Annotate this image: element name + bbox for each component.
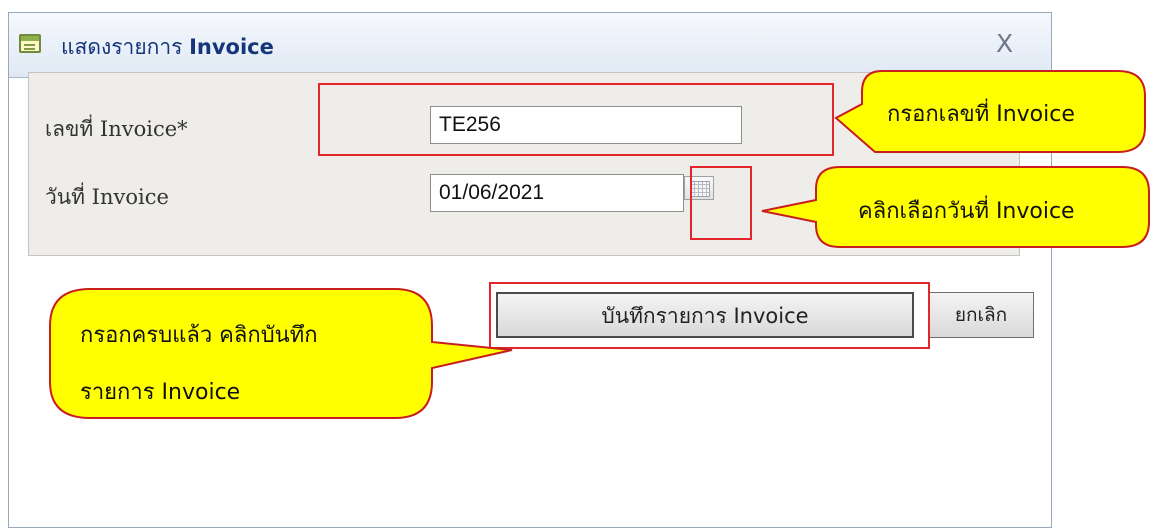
save-invoice-button[interactable]: บันทึกรายการ Invoice xyxy=(496,292,914,338)
callout-save-text-line2: รายการ Invoice xyxy=(80,380,241,405)
calendar-button[interactable] xyxy=(684,176,714,200)
form-panel xyxy=(28,72,1020,256)
dialog-title-prefix: แสดงรายการ xyxy=(61,35,190,59)
dialog-title: แสดงรายการ Invoice xyxy=(61,31,274,64)
calendar-icon xyxy=(690,181,710,197)
invoice-number-input[interactable]: TE256 xyxy=(430,106,742,144)
invoice-number-label: เลขที่ Invoice* xyxy=(45,117,188,141)
dialog-title-bold: Invoice xyxy=(189,35,274,59)
callout-invoice-number-text: กรอกเลขที่ Invoice xyxy=(887,102,1075,127)
close-icon[interactable]: X xyxy=(996,29,1013,58)
invoice-date-input[interactable]: 01/06/2021 xyxy=(430,174,684,212)
invoice-date-label: วันที่ Invoice xyxy=(45,185,169,209)
callout-date-text: คลิกเลือกวันที่ Invoice xyxy=(858,199,1075,224)
document-icon xyxy=(19,34,41,53)
cancel-button[interactable]: ยกเลิก xyxy=(928,292,1034,338)
dialog-titlebar: แสดงรายการ Invoice X xyxy=(9,13,1051,78)
callout-save-text-line1: กรอกครบแล้ว คลิกบันทึก xyxy=(80,323,318,348)
